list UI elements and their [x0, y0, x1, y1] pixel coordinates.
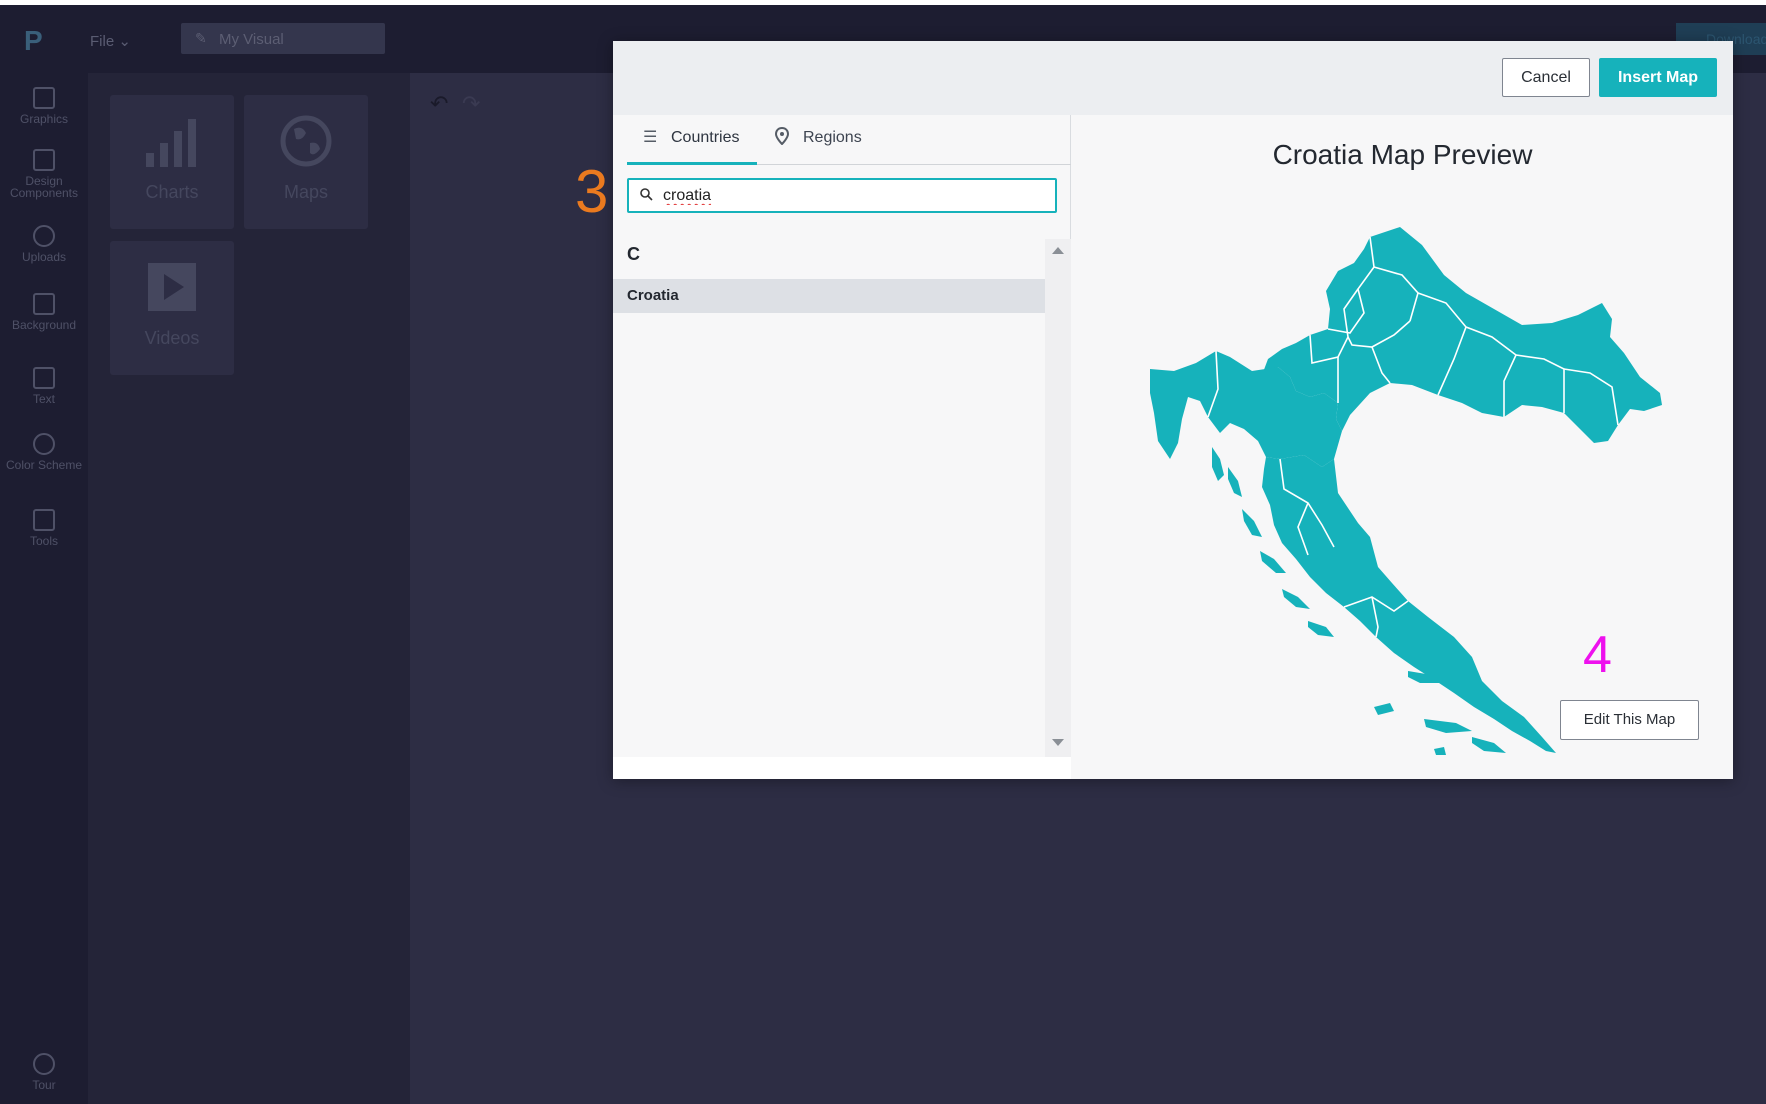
scroll-up-arrow-icon[interactable]: [1052, 247, 1064, 254]
map-pin-icon: [774, 115, 795, 161]
globe-icon: [280, 115, 332, 167]
insert-map-dialog: Cancel Insert Map ☰ Countries Regions cr…: [613, 41, 1733, 779]
map-preview-pane: Croatia Map Preview Edit This Map: [1072, 115, 1733, 779]
sidebar: Graphics Design Components Uploads Backg…: [0, 73, 88, 1104]
file-menu[interactable]: File ⌄: [90, 32, 131, 50]
island: [1424, 719, 1472, 733]
sidebar-item-text[interactable]: Text: [0, 367, 88, 405]
redo-icon[interactable]: ↷: [462, 91, 480, 117]
bar-chart-icon: [146, 119, 196, 167]
sidebar-item-label: Graphics: [19, 112, 69, 126]
app-logo: P: [24, 25, 43, 56]
tab-label: Countries: [671, 129, 740, 146]
country-list: C Croatia: [613, 239, 1071, 757]
file-menu-label: File: [90, 33, 115, 50]
graphics-panel: Charts Maps Videos: [88, 73, 424, 1104]
components-icon: [33, 149, 55, 171]
sidebar-item-color-scheme[interactable]: Color Scheme: [0, 433, 88, 471]
tile-label: Maps: [283, 182, 328, 202]
sidebar-item-label: Uploads: [21, 250, 67, 264]
sidebar-item-tools[interactable]: Tools: [0, 509, 88, 547]
island: [1374, 703, 1394, 715]
sidebar-item-background[interactable]: Background: [0, 293, 88, 331]
preview-title: Croatia Map Preview: [1272, 139, 1533, 170]
country-search-box[interactable]: [627, 178, 1057, 213]
tab-countries[interactable]: ☰ Countries: [627, 115, 757, 165]
sidebar-item-graphics[interactable]: Graphics: [0, 87, 88, 125]
island: [1434, 747, 1446, 755]
sidebar-item-label: Tools: [29, 534, 58, 548]
search-input[interactable]: [663, 184, 1043, 208]
sidebar-item-uploads[interactable]: Uploads: [0, 225, 88, 263]
list-icon: ☰: [643, 129, 658, 146]
island: [1228, 467, 1242, 497]
tour-button[interactable]: Tour: [0, 1053, 88, 1091]
island: [1260, 551, 1286, 573]
tab-regions[interactable]: Regions: [774, 115, 885, 165]
island: [1242, 509, 1262, 537]
tile-label: Videos: [144, 328, 200, 348]
map-picker-pane: ☰ Countries Regions C Croatia: [613, 115, 1071, 779]
list-group-heading: C: [627, 244, 640, 264]
sidebar-item-label: Color Scheme: [5, 458, 83, 472]
croatia-dalmatia-region: [1262, 455, 1556, 753]
play-icon: [148, 263, 196, 311]
croatia-map-preview: [1150, 227, 1662, 755]
undo-icon[interactable]: ↶: [430, 91, 448, 117]
island: [1282, 589, 1310, 609]
island: [1472, 737, 1506, 753]
palette-icon: [33, 433, 55, 455]
step-4-annotation: 4: [1583, 626, 1612, 684]
scroll-down-arrow-icon[interactable]: [1052, 739, 1064, 746]
visual-title: My Visual: [219, 31, 284, 48]
background-icon: [33, 293, 55, 315]
sidebar-item-label: Background: [11, 318, 77, 332]
list-scrollbar[interactable]: [1045, 239, 1071, 757]
maps-tile[interactable]: Maps: [244, 95, 368, 229]
sidebar-item-design-components[interactable]: Design Components: [0, 149, 88, 199]
sidebar-item-label: Text: [32, 392, 55, 406]
cloud-upload-icon: [33, 225, 55, 247]
toolbox-icon: [33, 509, 55, 531]
dialog-header: Cancel Insert Map: [613, 41, 1733, 115]
chevron-down-icon: ⌄: [118, 33, 131, 50]
pencil-icon: ✎: [195, 30, 207, 46]
tour-label: Tour: [32, 1078, 56, 1092]
edit-this-map-button[interactable]: Edit This Map: [1560, 700, 1699, 740]
sidebar-item-label: Design Components: [9, 174, 79, 200]
tile-label: Charts: [145, 182, 199, 202]
list-footer: [613, 757, 1071, 779]
videos-tile[interactable]: Videos: [110, 241, 234, 375]
tab-label: Regions: [803, 129, 862, 146]
cancel-button[interactable]: Cancel: [1502, 58, 1590, 97]
charts-tile[interactable]: Charts: [110, 95, 234, 229]
visual-title-field[interactable]: ✎ My Visual: [181, 23, 385, 54]
image-icon: [33, 87, 55, 109]
search-icon: [640, 188, 653, 201]
text-icon: [33, 367, 55, 389]
list-item-croatia[interactable]: Croatia: [613, 279, 1045, 313]
step-3-annotation: 3: [575, 158, 609, 225]
island: [1308, 621, 1334, 637]
insert-map-button[interactable]: Insert Map: [1599, 58, 1717, 97]
island: [1212, 447, 1224, 481]
signpost-icon: [33, 1053, 55, 1075]
map-type-tabs: ☰ Countries Regions: [627, 115, 1071, 165]
